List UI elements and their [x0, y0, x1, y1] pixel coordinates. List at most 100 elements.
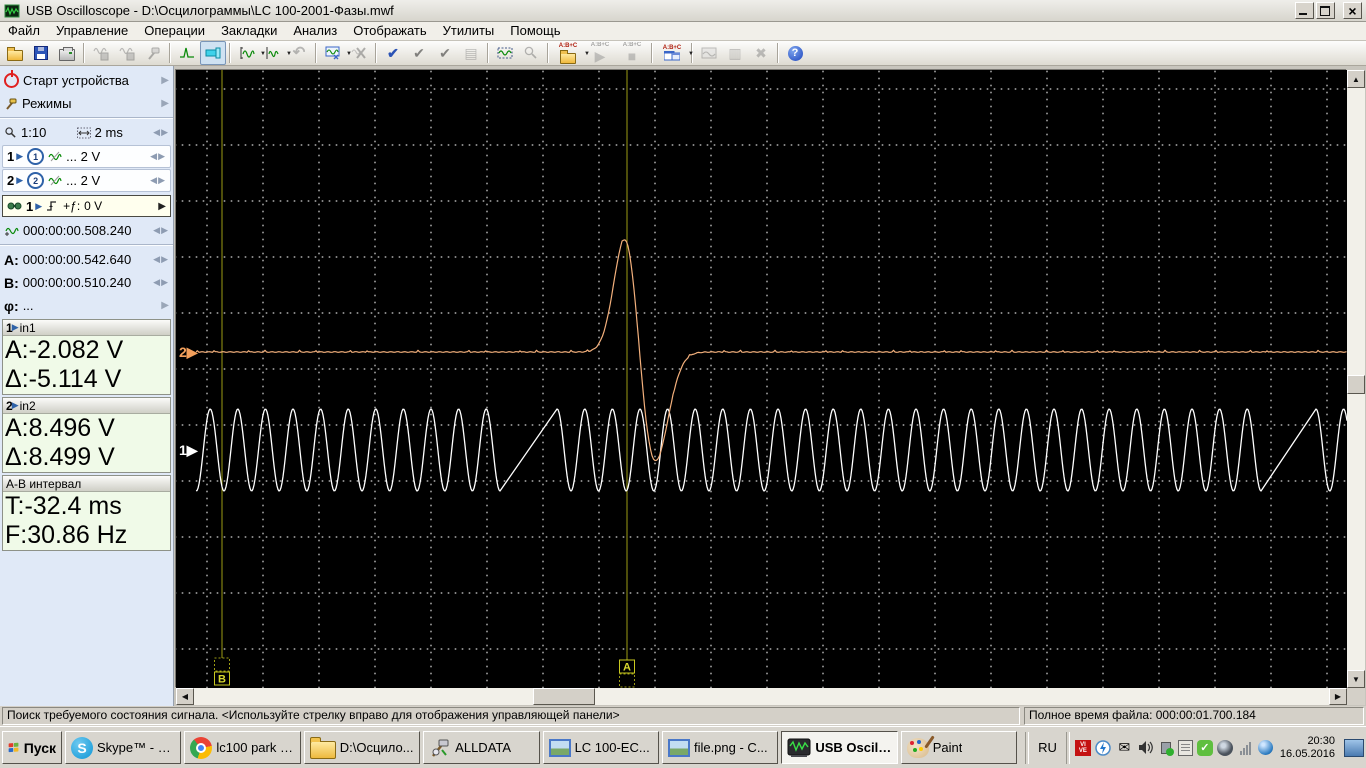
task-explorer[interactable]: D:\Осцило... [304, 731, 420, 764]
menu-operations[interactable]: Операции [136, 22, 213, 40]
clear-marks-button [346, 41, 372, 65]
menu-help[interactable]: Помощь [502, 22, 568, 40]
menu-display[interactable]: Отображать [345, 22, 434, 40]
task-usb-oscilloscope[interactable]: USB Oscill... [781, 731, 897, 764]
image-icon [668, 739, 690, 757]
channel1-row[interactable]: 1▶ 1 ... 2 V ◀▶ [2, 145, 171, 168]
chevron-right-icon[interactable]: ▶ [161, 98, 169, 109]
cursor-a-row[interactable]: A: 000:00:00.542.640 ◀▶ [0, 248, 173, 271]
abc-play-button: A:B+C▶ [584, 41, 616, 65]
chevron-right-icon[interactable]: ▶ [161, 300, 169, 311]
zoom-value: 1:10 [21, 125, 46, 140]
start-device-label: Старт устройства [23, 73, 129, 88]
save-signal-button [88, 41, 114, 65]
magnifier-gray-icon [523, 45, 539, 61]
task-skype[interactable]: S Skype™ - va... [65, 731, 181, 764]
language-indicator[interactable]: RU [1034, 740, 1061, 755]
zoom-sweep-row[interactable]: 1:10 2 ms ◀▶ [0, 121, 173, 144]
network-signal-tray-icon[interactable] [1237, 741, 1254, 755]
taskbar-clock[interactable]: 20:30 16.05.2016 [1276, 735, 1339, 761]
vertical-scrollbar[interactable]: ▲ ▼ [1347, 70, 1365, 688]
channel1-badge: 1 [27, 148, 44, 165]
channel1-marker[interactable]: 1▶ [179, 442, 199, 458]
panel-name: in1 [20, 321, 36, 335]
abc-panel-button[interactable]: A:B+C [656, 41, 688, 65]
start-button[interactable]: Пуск [2, 731, 62, 764]
antivirus-tray-icon[interactable]: VIVE [1075, 740, 1091, 756]
window-title: USB Oscilloscope - D:\Осцилограммы\LC 10… [26, 3, 394, 18]
cursor-a-time: 000:00:00.542.640 [23, 252, 131, 267]
scroll-right-button[interactable]: ▶ [1329, 688, 1347, 705]
expand-signal-button[interactable] [234, 41, 260, 65]
menu-control[interactable]: Управление [48, 22, 136, 40]
scroll-left-button[interactable]: ◀ [176, 688, 194, 705]
menu-analysis[interactable]: Анализ [285, 22, 345, 40]
trigger-row[interactable]: 1▶ +ƒ: 0 V ▶ [2, 195, 171, 217]
left-right-arrows-icon[interactable]: ◀▶ [153, 254, 169, 265]
show-desktop-button[interactable] [1344, 739, 1364, 757]
single-capture-button[interactable] [174, 41, 200, 65]
modes-row[interactable]: Режимы ▶ [0, 92, 173, 115]
clipboard-tray-icon[interactable] [1178, 740, 1193, 756]
vertical-scroll-thumb[interactable] [1347, 375, 1365, 394]
open-folder-icon [7, 50, 23, 61]
phase-row[interactable]: φ: ... ▶ [0, 294, 173, 317]
horizontal-scroll-thumb[interactable] [533, 688, 595, 705]
left-right-arrows-icon[interactable]: ◀▶ [153, 127, 169, 138]
position-wave-icon [4, 225, 19, 237]
compress-signal-button[interactable] [260, 41, 286, 65]
scroll-down-button[interactable]: ▼ [1347, 670, 1365, 688]
chevron-right-icon[interactable]: ▶ [161, 75, 169, 86]
arrow-icon: ▶ [12, 322, 19, 333]
open-button[interactable] [2, 41, 28, 65]
start-device-row[interactable]: Старт устройства ▶ [0, 69, 173, 92]
apply-check-button[interactable]: ✔ [380, 41, 406, 65]
task-chrome[interactable]: lc100 park n... [184, 731, 300, 764]
left-right-arrows-icon[interactable]: ◀▶ [153, 225, 169, 236]
channel2-marker[interactable]: 2▶ [179, 344, 199, 360]
stop-icon: ■ [628, 48, 636, 64]
horizontal-scrollbar[interactable]: ◀ ▶ [176, 688, 1347, 705]
menu-utilities[interactable]: Утилиты [435, 22, 503, 40]
left-right-arrows-icon[interactable]: ◀▶ [153, 277, 169, 288]
sidebar-divider [0, 244, 173, 246]
volume-tray-icon[interactable] [1137, 739, 1154, 756]
abc-open-button[interactable]: A:B+C [552, 41, 584, 65]
capture-tray-icon[interactable] [1217, 740, 1233, 756]
channel2-row[interactable]: 2▶ 2 ... 2 V ◀▶ [2, 169, 171, 192]
scroll-up-button[interactable]: ▲ [1347, 70, 1365, 88]
selection-tool-button[interactable] [200, 41, 226, 65]
left-right-arrows-icon[interactable]: ◀▶ [150, 151, 166, 162]
task-alldata[interactable]: ALLDATA [423, 731, 539, 764]
print-button[interactable] [54, 41, 80, 65]
help-button[interactable] [782, 41, 808, 65]
desktop: { "window": { "title": "USB Oscilloscope… [0, 0, 1366, 768]
left-right-arrows-icon[interactable]: ◀▶ [150, 175, 166, 186]
cursor-b-dash-box[interactable] [215, 658, 230, 671]
select-fragment-button[interactable] [492, 41, 518, 65]
view-mode-button[interactable] [320, 41, 346, 65]
round-button-tray-icon[interactable] [1258, 740, 1273, 755]
maximize-button[interactable] [1316, 2, 1335, 19]
mail-tray-icon[interactable]: ✉ [1116, 739, 1133, 756]
save-button[interactable] [28, 41, 54, 65]
scope-wrapper: BA1▶2▶ ▲ ▼ ◀ ▶ [174, 66, 1366, 706]
cursor-b-row[interactable]: B: 000:00:00.510.240 ◀▶ [0, 271, 173, 294]
minimize-button[interactable] [1295, 2, 1314, 19]
panel-name: A-B интервал [6, 477, 81, 491]
task-image-viewer-1[interactable]: LC 100-EC... [543, 731, 659, 764]
task-image-viewer-2[interactable]: file.png - C... [662, 731, 778, 764]
zoom-fragment-button [518, 41, 544, 65]
usb-tray-icon[interactable] [1158, 740, 1174, 756]
messenger-tray-icon[interactable]: ✓ [1197, 740, 1213, 756]
power-manager-tray-icon[interactable] [1095, 739, 1112, 756]
chevron-right-icon[interactable]: ▶ [158, 201, 166, 212]
cursor-a-dash-box[interactable] [620, 674, 635, 687]
menu-file[interactable]: Файл [0, 22, 48, 40]
clock-time: 20:30 [1280, 735, 1335, 748]
close-button[interactable] [1343, 2, 1362, 19]
oscilloscope-display[interactable]: BA1▶2▶ [176, 70, 1347, 688]
task-paint[interactable]: Paint [901, 731, 1017, 764]
position-row[interactable]: 000:00:00.508.240 ◀▶ [0, 219, 173, 242]
menu-bookmarks[interactable]: Закладки [213, 22, 285, 40]
